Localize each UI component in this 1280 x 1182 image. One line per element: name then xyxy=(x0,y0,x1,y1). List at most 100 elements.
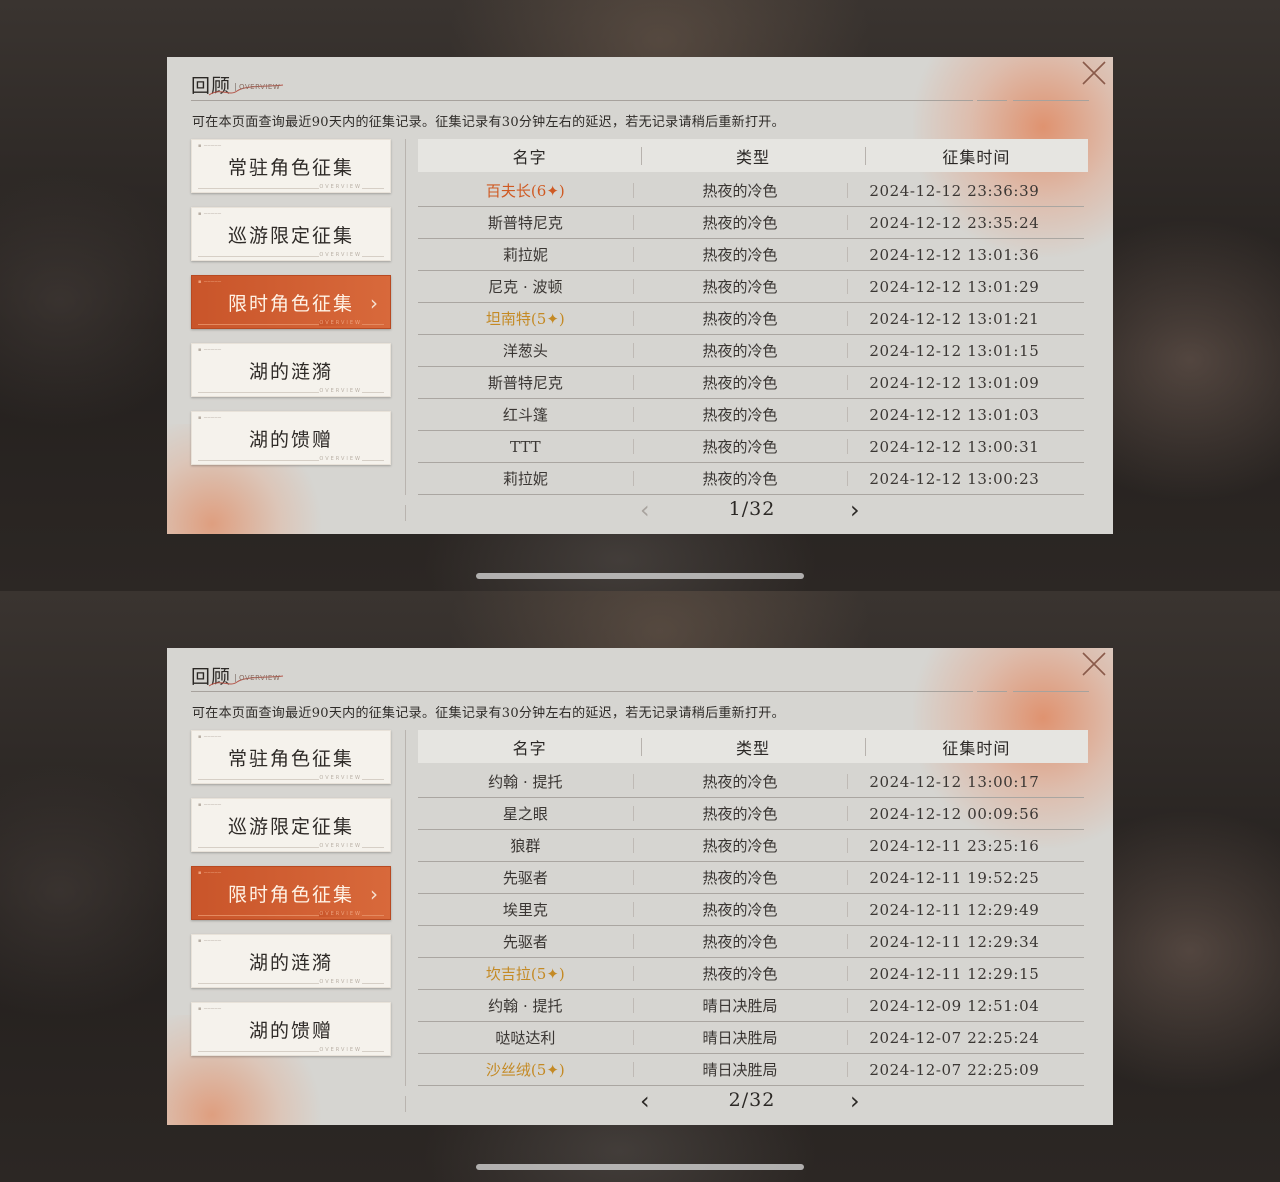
cell-type: 热夜的冷色 xyxy=(632,798,848,829)
button-decoration: ▪ ───── xyxy=(198,211,222,217)
table-row: TTT 热夜的冷色 2024-12-12 13:00:31 xyxy=(418,431,1084,463)
cell-type: 热夜的冷色 xyxy=(632,335,848,366)
pager-divider xyxy=(405,1096,406,1112)
overview-tag: OVERVIEW xyxy=(235,83,280,91)
cell-name: 斯普特尼克 xyxy=(487,214,563,232)
title-divider xyxy=(1013,691,1089,692)
button-decoration: ▪ ───── xyxy=(198,802,222,808)
sidebar-item-1[interactable]: ▪ ───── 常驻角色征集 OVERVIEW xyxy=(191,139,391,193)
sidebar-item-1[interactable]: ▪ ───── 常驻角色征集 OVERVIEW xyxy=(191,730,391,784)
cell-type: 晴日决胜局 xyxy=(632,1054,848,1085)
column-header-type: 类型 xyxy=(641,139,864,172)
table-row: 狼群 热夜的冷色 2024-12-11 23:25:16 xyxy=(418,830,1084,862)
sidebar-item-4[interactable]: ▪ ───── 湖的涟漪 OVERVIEW xyxy=(191,934,391,988)
chevron-right-icon[interactable]: › xyxy=(850,1086,860,1116)
column-header-time: 征集时间 xyxy=(864,139,1088,172)
chevron-right-icon: › xyxy=(370,291,380,315)
sidebar-item-2[interactable]: ▪ ───── 巡游限定征集 OVERVIEW xyxy=(191,798,391,852)
sidebar-item-4[interactable]: ▪ ───── 湖的涟漪 OVERVIEW xyxy=(191,343,391,397)
cell-time: 2024-12-12 13:01:29 xyxy=(847,271,1084,302)
cell-time: 2024-12-11 12:29:15 xyxy=(847,958,1084,989)
cell-name: 约翰 · 提托 xyxy=(488,997,563,1015)
button-overview-tag: OVERVIEW xyxy=(319,843,362,849)
button-overview-tag: OVERVIEW xyxy=(319,1047,362,1053)
sidebar-item-2[interactable]: ▪ ───── 巡游限定征集 OVERVIEW xyxy=(191,207,391,261)
sidebar-item-label: 限时角色征集 xyxy=(227,292,354,315)
button-overview-tag: OVERVIEW xyxy=(319,184,362,190)
column-header-time: 征集时间 xyxy=(864,730,1088,763)
chevron-right-icon: › xyxy=(370,882,380,906)
cell-time: 2024-12-12 13:01:36 xyxy=(847,239,1084,270)
table-row: 埃里克 热夜的冷色 2024-12-11 12:29:49 xyxy=(418,894,1084,926)
sidebar-item-label: 湖的馈赠 xyxy=(248,1019,333,1042)
cell-type: 热夜的冷色 xyxy=(632,239,848,270)
chevron-left-icon[interactable]: ‹ xyxy=(640,495,650,525)
title-divider xyxy=(191,100,973,101)
record-table: 约翰 · 提托 热夜的冷色 2024-12-12 13:00:17 星之眼 热夜的冷色 2… xyxy=(418,766,1084,1086)
cell-type: 晴日决胜局 xyxy=(632,1022,848,1053)
sidebar-item-label: 巡游限定征集 xyxy=(227,224,354,247)
sidebar-item-label: 湖的涟漪 xyxy=(248,360,333,383)
cell-time: 2024-12-12 00:09:56 xyxy=(847,798,1084,829)
cell-name: 约翰 · 提托 xyxy=(488,773,563,791)
cell-type: 热夜的冷色 xyxy=(632,926,848,957)
pager-divider xyxy=(405,505,406,521)
history-panel: 回顾 OVERVIEW 可在本页面查询最近90天内的征集记录。征集记录有30分钟… xyxy=(167,57,1113,534)
sidebar-item-label: 限时角色征集 xyxy=(227,883,354,906)
table-row: 星之眼 热夜的冷色 2024-12-12 00:09:56 xyxy=(418,798,1084,830)
sidebar-item-3[interactable]: ▪ ───── 限时角色征集 OVERVIEW › xyxy=(191,275,391,329)
table-row: 洋葱头 热夜的冷色 2024-12-12 13:01:15 xyxy=(418,335,1084,367)
button-decoration: ▪ ───── xyxy=(198,734,222,740)
table-row: 约翰 · 提托 热夜的冷色 2024-12-12 13:00:17 xyxy=(418,766,1084,798)
table-row: 约翰 · 提托 晴日决胜局 2024-12-09 12:51:04 xyxy=(418,990,1084,1022)
column-header-name: 名字 xyxy=(512,147,547,167)
cell-name: 星之眼 xyxy=(502,805,548,823)
cell-time: 2024-12-12 13:01:03 xyxy=(847,399,1084,430)
cell-time: 2024-12-11 12:29:34 xyxy=(847,926,1084,957)
button-overview-tag: OVERVIEW xyxy=(319,252,362,258)
cell-time: 2024-12-12 13:00:23 xyxy=(847,463,1084,494)
table-row: 莉拉妮 热夜的冷色 2024-12-12 13:01:36 xyxy=(418,239,1084,271)
table-row: 先驱者 热夜的冷色 2024-12-11 12:29:34 xyxy=(418,926,1084,958)
table-row: 莉拉妮 热夜的冷色 2024-12-12 13:00:23 xyxy=(418,463,1084,495)
description-text: 可在本页面查询最近90天内的征集记录。征集记录有30分钟左右的延迟，若无记录请稍… xyxy=(192,115,785,130)
chevron-right-icon[interactable]: › xyxy=(850,495,860,525)
cell-time: 2024-12-12 23:35:24 xyxy=(847,207,1084,238)
cell-type: 热夜的冷色 xyxy=(632,862,848,893)
cell-time: 2024-12-11 19:52:25 xyxy=(847,862,1084,893)
close-icon[interactable] xyxy=(1081,60,1107,86)
cell-type: 热夜的冷色 xyxy=(632,463,848,494)
cell-type: 热夜的冷色 xyxy=(632,367,848,398)
cell-type: 热夜的冷色 xyxy=(632,830,848,861)
table-row: 尼克 · 波顿 热夜的冷色 2024-12-12 13:01:29 xyxy=(418,271,1084,303)
sidebar-item-label: 巡游限定征集 xyxy=(227,815,354,838)
history-panel: 回顾 OVERVIEW 可在本页面查询最近90天内的征集记录。征集记录有30分钟… xyxy=(167,648,1113,1125)
cell-name: 坦南特(5✦) xyxy=(485,310,565,328)
button-overview-tag: OVERVIEW xyxy=(319,775,362,781)
sidebar-item-label: 湖的馈赠 xyxy=(248,428,333,451)
table-header: 名字 类型 征集时间 xyxy=(418,139,1088,172)
sidebar-item-5[interactable]: ▪ ───── 湖的馈赠 OVERVIEW xyxy=(191,411,391,465)
cell-type: 热夜的冷色 xyxy=(632,431,848,462)
button-decoration: ▪ ───── xyxy=(198,279,222,285)
page-indicator: 1/32 xyxy=(728,498,776,520)
description-text: 可在本页面查询最近90天内的征集记录。征集记录有30分钟左右的延迟，若无记录请稍… xyxy=(192,706,785,721)
table-row: 先驱者 热夜的冷色 2024-12-11 19:52:25 xyxy=(418,862,1084,894)
sidebar-item-label: 常驻角色征集 xyxy=(227,747,354,770)
chevron-left-icon[interactable]: ‹ xyxy=(640,1086,650,1116)
sidebar-item-5[interactable]: ▪ ───── 湖的馈赠 OVERVIEW xyxy=(191,1002,391,1056)
button-overview-tag: OVERVIEW xyxy=(319,456,362,462)
close-icon[interactable] xyxy=(1081,651,1107,677)
cell-name: 沙丝绒(5✦) xyxy=(485,1061,565,1079)
table-row: 百夫长(6✦) 热夜的冷色 2024-12-12 23:36:39 xyxy=(418,175,1084,207)
record-table: 百夫长(6✦) 热夜的冷色 2024-12-12 23:36:39 斯普特尼克 热夜的冷… xyxy=(418,175,1084,495)
cell-time: 2024-12-12 13:00:31 xyxy=(847,431,1084,462)
cell-type: 热夜的冷色 xyxy=(632,766,848,797)
sidebar-item-3[interactable]: ▪ ───── 限时角色征集 OVERVIEW › xyxy=(191,866,391,920)
screenshot-top: 回顾 OVERVIEW 可在本页面查询最近90天内的征集记录。征集记录有30分钟… xyxy=(0,0,1280,591)
table-row: 斯普特尼克 热夜的冷色 2024-12-12 23:35:24 xyxy=(418,207,1084,239)
button-decoration: ▪ ───── xyxy=(198,143,222,149)
cell-name: 洋葱头 xyxy=(502,342,548,360)
button-decoration: ▪ ───── xyxy=(198,1006,222,1012)
cell-name: 莉拉妮 xyxy=(502,470,548,488)
